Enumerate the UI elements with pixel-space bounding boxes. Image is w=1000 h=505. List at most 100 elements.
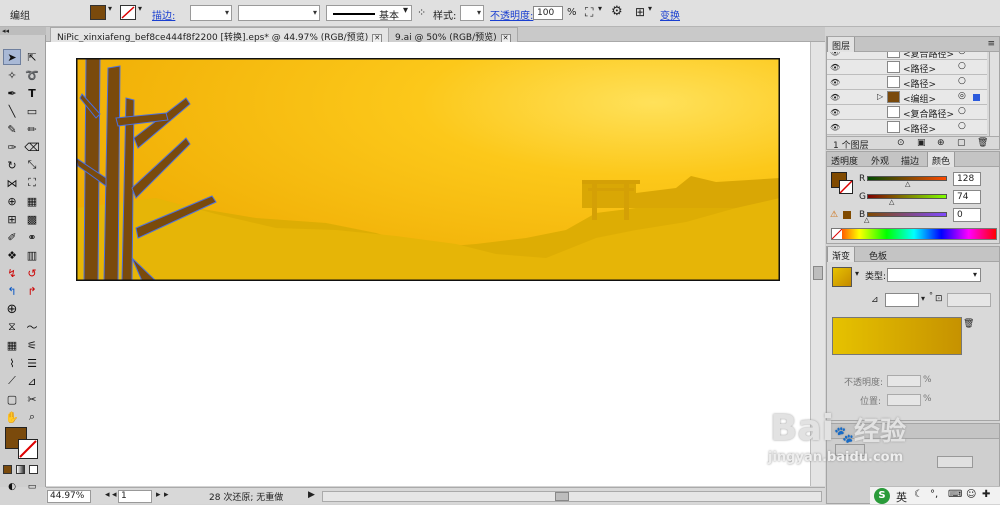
hscroll-thumb[interactable]	[555, 492, 569, 501]
brush-dropdown-icon[interactable]: ▾	[403, 5, 408, 16]
measure-tool-icon[interactable]: ⟋	[3, 373, 21, 389]
warning-icon[interactable]: ⚠	[830, 210, 838, 220]
none-color-icon[interactable]	[831, 228, 843, 240]
graph-line-tool-icon[interactable]: ⌇	[3, 355, 21, 371]
new-sublayer-icon[interactable]: ⊕	[937, 138, 945, 148]
slice-tool-icon[interactable]: ⊿	[23, 373, 41, 389]
draw-mode-icon[interactable]: ◐	[3, 479, 21, 495]
type-tool-icon[interactable]: T	[23, 85, 41, 101]
expand-triangle-icon[interactable]: ▷	[877, 92, 883, 101]
moon-icon[interactable]: ☾	[914, 489, 923, 500]
target-icon[interactable]: ○	[958, 76, 966, 86]
list-tool-icon[interactable]: ☰	[23, 355, 41, 371]
stroke-label[interactable]: 描边:	[152, 7, 175, 22]
gradient-position-input[interactable]	[887, 394, 921, 406]
stroke-swatch[interactable]	[120, 5, 136, 20]
layer-row[interactable]: 👁 <复合路径>○	[827, 52, 987, 60]
gradient-thumbnail[interactable]	[832, 267, 852, 287]
mesh-tool-icon[interactable]: ▩	[23, 211, 41, 227]
envelope-tool-icon[interactable]: ⧖	[3, 319, 21, 335]
paintbrush-tool-icon[interactable]: ✎	[3, 121, 21, 137]
rotate-tool-icon[interactable]: ↻	[3, 157, 21, 173]
live-paint-tool-icon[interactable]: ▦	[23, 193, 41, 209]
color-stroke-swatch[interactable]	[839, 180, 853, 194]
target-icon[interactable]: ○	[958, 106, 966, 116]
delete-layer-icon[interactable]: 🗑	[977, 138, 988, 148]
b-slider-handle[interactable]: △	[864, 216, 869, 224]
user-icon[interactable]: ☺	[966, 489, 976, 500]
column-graph-tool-icon[interactable]: ▥	[23, 247, 41, 263]
magic-wand-tool-icon[interactable]: ✧	[3, 67, 21, 83]
tab-gradient[interactable]: 渐变	[827, 247, 856, 262]
tab-transparency[interactable]: 透明度	[827, 152, 862, 167]
eraser-tool-icon[interactable]: ⌫	[23, 139, 41, 155]
page-select[interactable]: 1	[118, 490, 152, 503]
eye-icon[interactable]: 👁	[830, 93, 840, 102]
tab-document-2[interactable]: 9.ai @ 50% (RGB/预览) ✕	[388, 27, 518, 43]
prev-page-icon[interactable]: ◂	[112, 490, 117, 500]
g-slider[interactable]	[867, 194, 947, 199]
gradient-opacity-input[interactable]	[887, 375, 921, 387]
b-input[interactable]: 0	[953, 208, 981, 222]
scale-tool-icon[interactable]: ⤡	[23, 157, 41, 173]
gradient-preset-dropdown-icon[interactable]: ▾	[855, 269, 859, 278]
variable-width-select[interactable]: ▾	[238, 5, 320, 21]
grid-tool-icon[interactable]: ▦	[3, 337, 21, 353]
opacity-input[interactable]: 100	[533, 6, 563, 20]
selection-tool-icon[interactable]: ➤	[3, 49, 21, 65]
target-icon[interactable]: ○	[958, 52, 966, 56]
knife-tool-icon[interactable]: ✂	[23, 391, 41, 407]
target-icon[interactable]: ◎	[958, 91, 966, 101]
eyedropper-tool-icon[interactable]: ✐	[3, 229, 21, 245]
stroke-weight-select[interactable]: ▾	[190, 5, 232, 21]
fill-dropdown-icon[interactable]: ▾	[108, 4, 112, 13]
in-gamut-swatch[interactable]	[843, 211, 851, 219]
warp-tool-icon[interactable]: 〜	[23, 319, 41, 335]
next-page-icon[interactable]: ▸	[156, 490, 161, 500]
b-slider[interactable]	[867, 212, 947, 217]
tools-icon[interactable]: ✚	[982, 489, 990, 500]
panel-menu-icon[interactable]: ≡	[987, 39, 995, 49]
reference-dropdown-icon[interactable]: ▾	[648, 4, 652, 13]
artboard-illustration[interactable]	[76, 58, 780, 281]
clipping-mask-icon[interactable]: ▣	[917, 138, 926, 148]
status-menu-icon[interactable]: ▶	[308, 490, 315, 500]
angle-dropdown-icon[interactable]: ▾	[921, 294, 925, 303]
tab-swatches[interactable]: 色板	[865, 247, 891, 262]
tab-layers[interactable]: 图层	[827, 37, 856, 52]
layers-scrollbar[interactable]	[989, 52, 999, 136]
direct-selection-tool-icon[interactable]: ⇱	[23, 49, 41, 65]
g-slider-handle[interactable]: △	[889, 198, 894, 206]
last-page-icon[interactable]: ▸	[164, 490, 169, 500]
perspective-grid-tool-icon[interactable]: ⊞	[3, 211, 21, 227]
shape-builder-tool-icon[interactable]: ⊕	[3, 193, 21, 209]
hand-tool-icon[interactable]: ✋	[3, 409, 21, 425]
brush-select[interactable]	[326, 5, 412, 21]
first-page-icon[interactable]: ◂	[105, 490, 110, 500]
color-mode-icon[interactable]	[3, 465, 12, 474]
layer-row[interactable]: 👁 <路径> ○	[827, 60, 987, 75]
pen-add-tool-icon[interactable]: ↰	[3, 283, 21, 299]
layer-row[interactable]: 👁 <路径> ○	[827, 75, 987, 90]
layer-row[interactable]: 👁 <复合路径>○	[827, 105, 987, 120]
pen-tool-icon[interactable]: ✒	[3, 85, 21, 101]
gradient-mode-icon[interactable]	[16, 465, 25, 474]
mesh-edit-tool-icon[interactable]: ⚟	[23, 337, 41, 353]
blend-tool-icon[interactable]: ⚭	[23, 229, 41, 245]
toolbox-collapse-icon[interactable]: ◂◂	[0, 27, 46, 35]
target-icon[interactable]: ○	[958, 121, 966, 131]
r-slider-handle[interactable]: △	[905, 180, 910, 188]
blob-brush-tool-icon[interactable]: ✑	[3, 139, 21, 155]
ime-logo-icon[interactable]: S	[874, 488, 890, 504]
select-similar-icon[interactable]: ⛶	[585, 5, 593, 20]
tab-color[interactable]: 颜色	[927, 152, 956, 167]
punctuation-icon[interactable]: °,	[930, 489, 938, 500]
zoom-select[interactable]: 44.97%	[47, 490, 91, 503]
locate-object-icon[interactable]: ⊙	[897, 138, 905, 148]
r-input[interactable]: 128	[953, 172, 981, 186]
zoom-tool-icon[interactable]: ⌕	[23, 409, 41, 425]
none-mode-icon[interactable]	[29, 465, 38, 474]
color-spectrum[interactable]	[831, 228, 997, 240]
expand-button[interactable]	[937, 456, 973, 468]
gradient-ramp[interactable]	[832, 317, 962, 355]
